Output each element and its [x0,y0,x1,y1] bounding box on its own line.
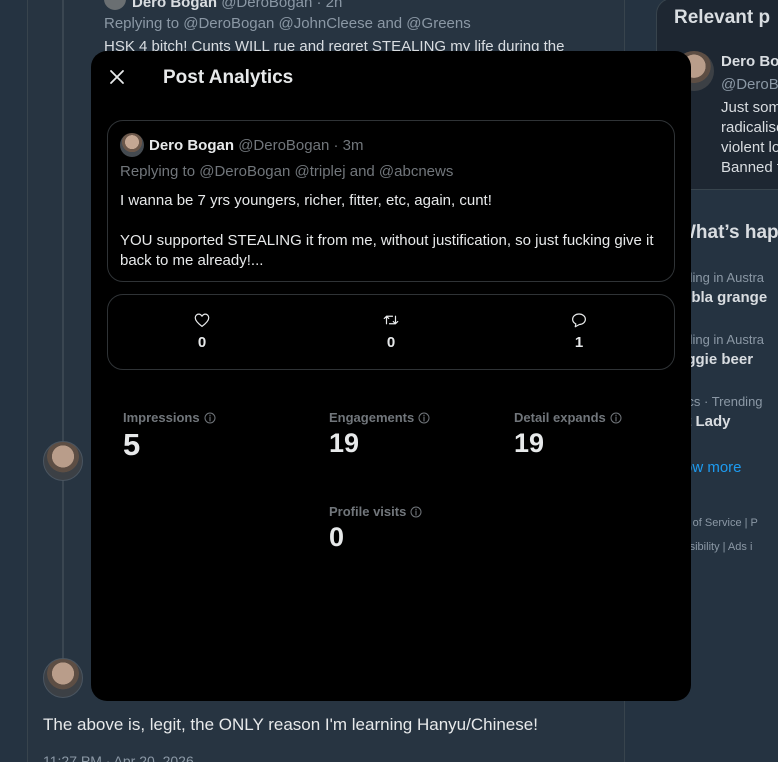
close-button[interactable] [101,61,133,93]
detail-expands-metric: Detail expands 19 [514,410,622,459]
tweet-body: I wanna be 7 yrs youngers, richer, fitte… [120,191,666,271]
bio-line: Just som [721,99,778,116]
close-icon [110,70,124,84]
relevant-person-name[interactable]: Dero Bog [721,53,778,70]
bio-line: violent lo [721,139,778,156]
tweet-paragraph: I wanna be 7 yrs youngers, richer, fitte… [120,192,492,209]
background-post-reply-line: Replying to @DeroBogan @JohnCleese and @… [104,15,471,32]
metric-label-text: Detail expands [514,410,606,425]
metric-label-text: Profile visits [329,504,407,519]
bio-line: radicalise [721,119,778,136]
engagement-stats-card: 0 0 1 [107,294,675,370]
trends-title: What’s hap [678,222,778,243]
tweet-header: Dero Bogan @DeroBogan · 3m [149,137,363,154]
info-icon[interactable] [610,412,622,424]
engagements-label: Engagements [329,410,430,425]
likes-count: 0 [197,334,207,351]
tweet-timestamp[interactable]: · 3m [333,137,363,154]
bio-line: Banned f [721,159,778,176]
replies-stat: 1 [549,311,609,351]
impressions-metric: Impressions 5 [123,410,216,463]
impressions-value: 5 [123,427,141,462]
relevant-person-bio: Just som radicalise violent lo Banned f [721,98,778,178]
tweet-author-handle[interactable]: @DeroBogan [238,137,329,154]
background-post-handle: @DeroBogan · 2h [221,0,343,11]
profile-visits-metric: Profile visits 0 [329,504,422,553]
avatar[interactable] [120,133,144,157]
relevant-people-title: Relevant p [674,7,771,28]
tweet-preview-card[interactable]: Dero Bogan @DeroBogan · 3m Replying to @… [107,120,675,282]
post-analytics-modal: Post Analytics Dero Bogan @DeroBogan · 3… [91,51,691,701]
tweet-reply-line: Replying to @DeroBogan @triplej and @abc… [120,163,454,180]
metric-label-text: Impressions [123,410,200,425]
profile-visits-value: 0 [329,522,345,552]
thread-connector-line [62,0,64,660]
tweet-author-name[interactable]: Dero Bogan [149,137,234,154]
avatar[interactable] [43,441,83,481]
show-more-link[interactable]: ow more [684,459,742,476]
reposts-stat: 0 [361,311,421,351]
background-post-date[interactable]: 11:27 PM · Apr 20, 2026 [43,753,194,762]
likes-stat: 0 [172,311,232,351]
repost-icon [383,315,399,325]
info-icon[interactable] [418,412,430,424]
reposts-count: 0 [386,334,396,351]
metric-label-text: Engagements [329,410,415,425]
info-icon[interactable] [410,506,422,518]
replies-count: 1 [574,334,584,351]
profile-visits-label: Profile visits [329,504,422,519]
modal-title: Post Analytics [163,67,294,88]
impressions-label: Impressions [123,410,216,425]
engagements-value: 19 [329,428,360,458]
trend-item[interactable]: mbla grange [678,289,767,306]
reply-icon [572,313,586,328]
heart-icon [194,313,210,327]
detail-expands-value: 19 [514,428,545,458]
engagements-metric: Engagements 19 [329,410,430,459]
detail-expands-label: Detail expands [514,410,622,425]
avatar[interactable] [43,658,83,698]
background-post-header: Dero Bogan @DeroBogan · 2h [132,0,342,11]
tweet-paragraph: YOU supported STEALING it from me, witho… [120,232,654,269]
info-icon[interactable] [204,412,216,424]
relevant-person-handle: @DeroBo [721,76,778,93]
background-post-body: The above is, legit, the ONLY reason I'm… [43,715,538,734]
background-post-author[interactable]: Dero Bogan [132,0,217,11]
